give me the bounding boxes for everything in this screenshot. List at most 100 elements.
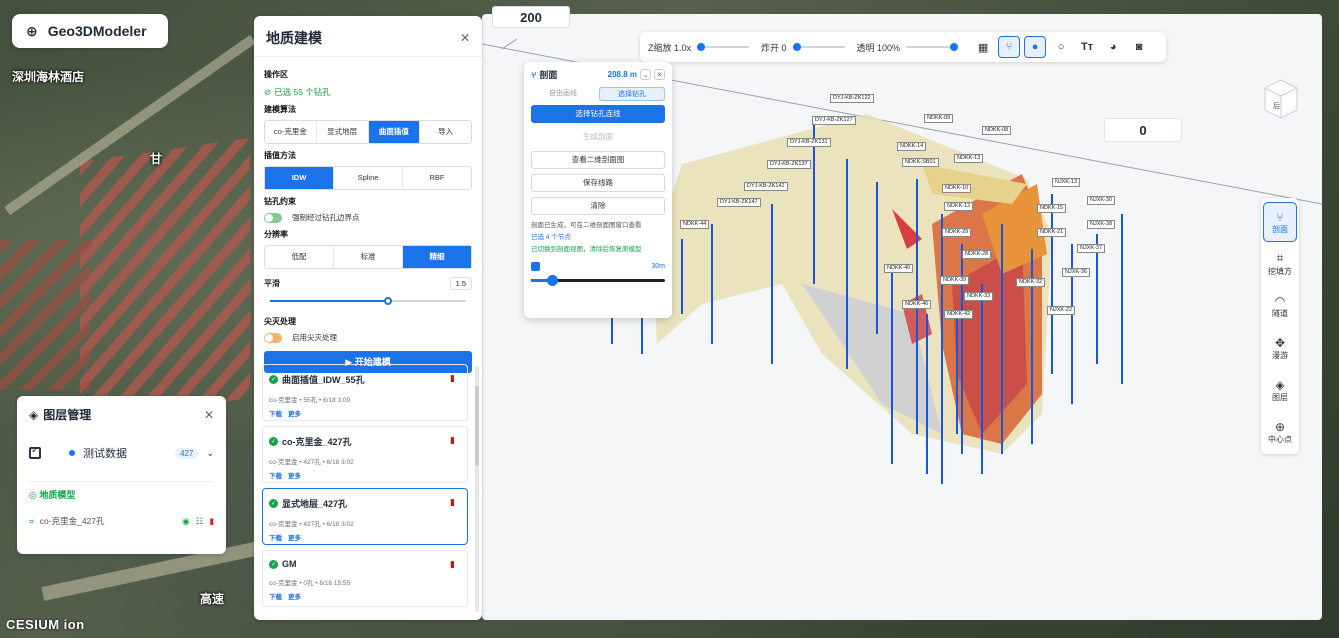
slider-knob[interactable]: [792, 43, 801, 51]
palette-icon[interactable]: ◕: [1102, 36, 1124, 58]
view-2d-profile-button[interactable]: 查看二维剖面图: [531, 151, 665, 169]
download-link[interactable]: 下载: [269, 591, 282, 601]
borehole-label: NDKK-15: [1037, 204, 1067, 213]
algo-import[interactable]: 导入: [420, 121, 471, 143]
algorithm-selector: co-克里金 显式地层 曲面插值 导入: [264, 120, 472, 144]
chevron-down-icon[interactable]: ⌄: [640, 69, 651, 80]
algo-cokriging[interactable]: co-克里金: [265, 121, 317, 143]
z-scale-slider[interactable]: [697, 43, 750, 51]
tool-layers[interactable]: ◈ 图层: [1263, 370, 1297, 410]
layer-group-geology[interactable]: ◎ 地质模型: [29, 481, 214, 501]
slider-knob[interactable]: [547, 275, 559, 286]
tab-select-borehole[interactable]: 选择钻孔: [599, 87, 665, 101]
borehole-label: NDKK-08: [982, 126, 1012, 135]
check-circle-icon: ✓: [269, 437, 278, 446]
res-standard[interactable]: 标准: [334, 246, 403, 268]
model-card[interactable]: ✓ 曲面插值_IDW_55孔 ▮ co-克里金 • 55孔 • 6/18 3:09…: [262, 364, 468, 421]
eye-icon[interactable]: ◉: [182, 516, 189, 527]
settings-icon[interactable]: ☷: [196, 516, 204, 527]
more-link[interactable]: 更多: [288, 470, 301, 480]
slider-fill: [270, 300, 388, 302]
smooth-slider[interactable]: [270, 297, 466, 305]
depth-indicator: 0: [1104, 118, 1182, 142]
camera-icon[interactable]: ◙: [1128, 36, 1150, 58]
layer-item[interactable]: ⌗ co-克里金_427孔 ◉ ☷ ▮: [29, 515, 214, 527]
buffer-checkbox[interactable]: [531, 262, 540, 271]
close-icon[interactable]: ✕: [460, 31, 470, 45]
tool-center[interactable]: ⊕ 中心点: [1263, 412, 1297, 452]
app-logo[interactable]: ⊕ Geo3DModeler: [12, 14, 168, 48]
text-icon[interactable]: Tт: [1076, 36, 1098, 58]
close-icon[interactable]: ✕: [204, 408, 214, 422]
opacity-slider[interactable]: [906, 43, 959, 51]
list-scrollbar[interactable]: [475, 366, 479, 612]
profile-icon[interactable]: ⑂: [998, 36, 1021, 58]
res-fine[interactable]: 精细: [403, 246, 471, 268]
opacity-label: 透明 100%: [856, 42, 901, 53]
borehole-label: DYJ-KB-ZK131: [787, 138, 831, 147]
close-icon[interactable]: ✕: [654, 69, 665, 80]
download-link[interactable]: 下载: [269, 408, 282, 418]
borehole-label: DYJ-KB-ZK142: [744, 182, 788, 191]
borehole-label: NDKK-13: [954, 154, 984, 163]
smooth-value-input[interactable]: 1.5: [449, 277, 472, 290]
model-card[interactable]: ✓ GM ▮ co-克里金 • 0孔 • 6/16 15:55 下载 更多: [262, 550, 468, 607]
download-link[interactable]: 下载: [269, 470, 282, 480]
tool-tunnel[interactable]: ◠ 隧道: [1263, 286, 1297, 326]
res-low[interactable]: 低配: [265, 246, 334, 268]
cesium-attribution[interactable]: CESIUM ion: [6, 617, 85, 632]
circle-icon[interactable]: ○: [1050, 36, 1072, 58]
download-link[interactable]: 下载: [269, 532, 282, 542]
clear-button[interactable]: 清除: [531, 197, 665, 215]
save-route-button[interactable]: 保存线路: [531, 174, 665, 192]
interp-rbf[interactable]: RBF: [403, 167, 471, 189]
nav-cube[interactable]: 后: [1263, 78, 1299, 122]
interp-idw[interactable]: IDW: [265, 167, 334, 189]
model-card[interactable]: ✓ co-克里金_427孔 ▮ co-克里金 • 427孔 • 6/18 3:02…: [262, 426, 468, 483]
generate-profile-button[interactable]: 生成剖面: [531, 128, 665, 146]
slider-knob[interactable]: [697, 43, 706, 51]
algo-surface[interactable]: 曲面插值: [368, 121, 421, 143]
select-borehole-button[interactable]: 选择钻孔连线: [531, 105, 665, 123]
tool-roam[interactable]: ✥ 漫游: [1263, 328, 1297, 368]
pinch-toggle[interactable]: [264, 332, 282, 343]
resolution-selector: 低配 标准 精细: [264, 245, 472, 269]
buffer-value: 30m: [651, 263, 665, 270]
chevron-down-icon[interactable]: ⌄: [206, 448, 214, 459]
trash-icon[interactable]: ▮: [450, 497, 455, 508]
more-link[interactable]: 更多: [288, 408, 301, 418]
delete-icon[interactable]: ▮: [209, 516, 214, 527]
tool-label: 剖面: [1272, 224, 1288, 234]
borehole-label: DYJ-KB-ZK137: [767, 160, 811, 169]
buffer-slider[interactable]: [531, 275, 665, 286]
layer-dataset-row[interactable]: 测试数据 427 ⌄: [29, 445, 214, 461]
pin-icon[interactable]: ●: [1024, 36, 1047, 58]
interp-spline[interactable]: Spline: [334, 167, 403, 189]
algo-explicit[interactable]: 显式地层: [317, 121, 369, 143]
constraint-toggle[interactable]: [264, 212, 282, 223]
trash-icon[interactable]: ▮: [450, 559, 455, 570]
explode-slider[interactable]: [792, 43, 845, 51]
tool-excavate[interactable]: ⌗ 挖填方: [1263, 244, 1297, 284]
grid-icon[interactable]: ▦: [972, 36, 994, 58]
borehole-label: NDKK-29: [942, 228, 972, 237]
borehole-label: NDKK-SB01: [902, 158, 939, 167]
dataset-checkbox[interactable]: [29, 445, 41, 459]
profile-note: 剖面已生成，可在二维剖面图窗口查看: [531, 222, 642, 229]
more-link[interactable]: 更多: [288, 591, 301, 601]
tab-free-draw[interactable]: 自由画线: [531, 87, 595, 101]
scrollbar-thumb[interactable]: [475, 386, 479, 466]
model-name: GM: [282, 559, 297, 569]
trash-icon[interactable]: ▮: [450, 435, 455, 446]
profile-icon: ⑂: [1276, 209, 1284, 224]
trash-icon[interactable]: ▮: [450, 373, 455, 384]
slider-knob[interactable]: [383, 297, 392, 305]
more-link[interactable]: 更多: [288, 532, 301, 542]
model-card-selected[interactable]: ✓ 显式地层_427孔 ▮ co-克里金 • 427孔 • 6/18 3:02 下…: [262, 488, 468, 545]
layer-manager-title: 图层管理: [43, 408, 92, 422]
map-label: 甘: [150, 152, 163, 166]
profile-title-text: 剖面: [539, 70, 558, 80]
tool-profile[interactable]: ⑂ 剖面: [1263, 202, 1297, 242]
slider-knob[interactable]: [950, 43, 959, 51]
excavate-icon: ⌗: [1276, 251, 1284, 265]
